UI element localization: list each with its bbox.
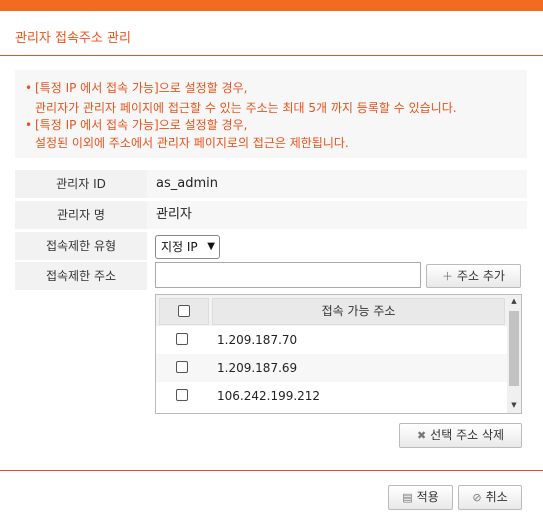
- restriction-type-select[interactable]: 지정 IP ▼: [155, 235, 220, 259]
- select-all-checkbox[interactable]: [178, 305, 190, 317]
- restriction-address-label: 접속제한 주소: [15, 262, 147, 290]
- apply-button[interactable]: ▤ 적용: [388, 485, 453, 510]
- chevron-down-icon: ▼: [207, 241, 215, 252]
- restriction-type-label: 접속제한 유형: [15, 232, 147, 260]
- plus-icon: ＋: [442, 270, 453, 283]
- grid-header-title: 접속 가능 주소: [212, 298, 505, 325]
- address-input[interactable]: [155, 262, 421, 288]
- table-row[interactable]: 106.242.199.212: [156, 382, 508, 410]
- ip-address: 1.209.187.70: [217, 333, 298, 347]
- cancel-button[interactable]: ⊘ 취소: [458, 485, 522, 510]
- grid-header: 접속 가능 주소: [156, 295, 508, 326]
- footer-divider: [0, 470, 543, 471]
- table-row[interactable]: 1.209.187.69: [156, 354, 508, 382]
- cancel-circle-icon: ⊘: [472, 491, 482, 504]
- title-divider: [0, 55, 543, 56]
- admin-name-row: 관리자 명 관리자: [15, 201, 527, 229]
- notice-line-3: • [특정 IP 에서 접속 가능]으로 설정할 경우,: [25, 118, 248, 132]
- delete-selected-button[interactable]: ✖ 선택 주소 삭제: [399, 423, 522, 448]
- restriction-address-row: 접속제한 주소 ＋ 주소 추가: [15, 262, 527, 290]
- bullet-icon: •: [25, 81, 33, 95]
- notice-line-2: 관리자가 관리자 페이지에 접근할 수 있는 주소는 최대 5개 까지 등록할 …: [35, 101, 457, 115]
- row-checkbox[interactable]: [176, 389, 188, 401]
- notice-box: • [특정 IP 에서 접속 가능]으로 설정할 경우, 관리자가 관리자 페이지…: [15, 70, 527, 158]
- admin-id-label: 관리자 ID: [15, 170, 147, 198]
- restriction-type-row: 접속제한 유형 지정 IP ▼: [15, 232, 527, 260]
- admin-id-value: as_admin: [156, 176, 218, 191]
- dialog-title: 관리자 접속주소 관리: [15, 31, 131, 46]
- save-icon: ▤: [402, 491, 413, 504]
- scrollbar-thumb[interactable]: [509, 311, 519, 386]
- notice-line-4: 설정된 이외에 주소에서 관리자 페이지로의 접근은 제한됩니다.: [35, 136, 349, 150]
- row-checkbox[interactable]: [176, 333, 188, 345]
- row-checkbox[interactable]: [176, 361, 188, 373]
- scroll-up-icon[interactable]: ▲: [507, 297, 521, 305]
- bullet-icon: •: [25, 118, 33, 132]
- admin-name-value: 관리자: [156, 207, 192, 222]
- top-accent-bar: [0, 0, 543, 11]
- notice-line-1: • [특정 IP 에서 접속 가능]으로 설정할 경우,: [25, 81, 248, 95]
- ip-address: 106.242.199.212: [217, 389, 321, 403]
- table-row[interactable]: 1.209.187.70: [156, 326, 508, 354]
- admin-id-row: 관리자 ID as_admin: [15, 170, 527, 198]
- x-icon: ✖: [416, 429, 427, 442]
- admin-name-label: 관리자 명: [15, 201, 147, 229]
- ip-address-grid: 접속 가능 주소 1.209.187.70 1.209.187.69 106.2…: [155, 294, 522, 414]
- ip-address: 1.209.187.69: [217, 361, 298, 375]
- add-address-button[interactable]: ＋ 주소 추가: [426, 264, 521, 288]
- grid-scrollbar[interactable]: ▲ ▼: [507, 295, 521, 413]
- scroll-down-icon[interactable]: ▼: [507, 401, 521, 409]
